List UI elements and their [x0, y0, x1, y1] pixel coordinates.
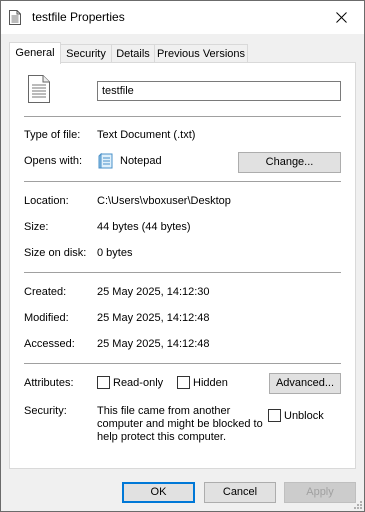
modified-label: Modified: [24, 312, 69, 324]
close-icon [335, 12, 347, 23]
divider [24, 363, 341, 364]
cancel-button[interactable]: Cancel [204, 482, 276, 503]
tab-strip: General Security Details Previous Versio… [9, 42, 354, 64]
resize-grip-icon[interactable] [353, 500, 363, 510]
text-file-icon [28, 75, 50, 103]
apply-button[interactable]: Apply [284, 482, 356, 503]
divider [24, 272, 341, 273]
size-on-disk-value: 0 bytes [97, 247, 133, 259]
tab-previous-versions[interactable]: Previous Versions [154, 44, 248, 63]
change-button[interactable]: Change... [238, 152, 341, 173]
opens-with-label: Opens with: [24, 155, 83, 167]
location-label: Location: [24, 195, 69, 207]
created-value: 25 May 2025, 14:12:30 [97, 286, 210, 298]
security-label: Security: [24, 405, 67, 417]
location-value: C:\Users\vboxuser\Desktop [97, 195, 231, 207]
title-bar: testfile Properties [1, 1, 364, 34]
accessed-label: Accessed: [24, 338, 75, 350]
divider [24, 116, 341, 117]
tab-general[interactable]: General [9, 42, 61, 64]
size-value: 44 bytes (44 bytes) [97, 221, 191, 233]
type-label: Type of file: [24, 129, 81, 141]
type-value: Text Document (.txt) [97, 129, 196, 141]
read-only-label: Read-only [113, 377, 164, 389]
unblock-label: Unblock [284, 410, 324, 422]
unblock-checkbox[interactable] [268, 409, 281, 422]
hidden-checkbox[interactable] [177, 376, 190, 389]
window-title: testfile Properties [32, 10, 125, 24]
size-label: Size: [24, 221, 49, 233]
file-name-input[interactable]: testfile [97, 81, 341, 101]
size-on-disk-label: Size on disk: [24, 247, 87, 259]
advanced-button[interactable]: Advanced... [269, 373, 341, 394]
divider [24, 181, 341, 182]
document-icon [9, 10, 21, 25]
modified-value: 25 May 2025, 14:12:48 [97, 312, 210, 324]
close-button[interactable] [318, 1, 364, 34]
attributes-label: Attributes: [24, 377, 74, 389]
general-panel: testfile Type of file: Text Document (.t… [9, 62, 356, 469]
tab-details[interactable]: Details [111, 44, 155, 63]
properties-window: testfile Properties General Security Det… [0, 0, 365, 512]
notepad-icon [98, 153, 113, 169]
ok-button[interactable]: OK [122, 482, 195, 503]
security-text-line-1: This file came from another [97, 405, 231, 417]
opens-with-value: Notepad [120, 155, 162, 167]
tab-security[interactable]: Security [60, 44, 112, 63]
security-text-line-2: computer and might be blocked to [97, 418, 263, 430]
hidden-label: Hidden [193, 377, 228, 389]
read-only-checkbox[interactable] [97, 376, 110, 389]
security-text-line-3: help protect this computer. [97, 431, 227, 443]
accessed-value: 25 May 2025, 14:12:48 [97, 338, 210, 350]
created-label: Created: [24, 286, 67, 298]
